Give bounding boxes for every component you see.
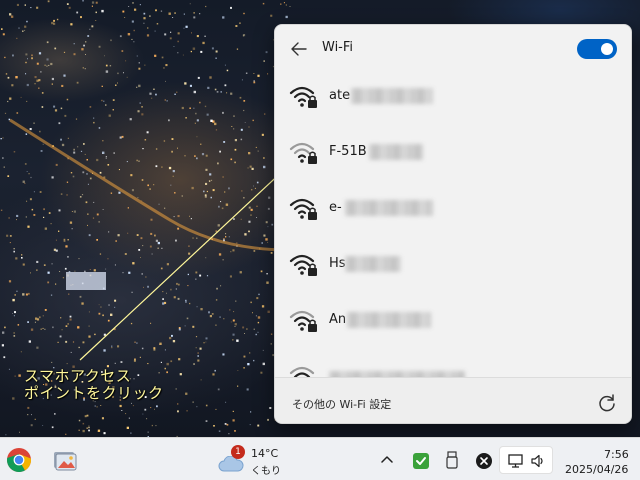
- usb-drive-icon: [446, 451, 458, 469]
- annotation-text: スマホアクセス ポイントをクリック: [24, 368, 164, 402]
- flyout-header: Wi-Fi: [275, 25, 631, 75]
- annotation-line-1: スマホアクセス: [24, 367, 132, 385]
- network-item[interactable]: An: [275, 293, 631, 349]
- flyout-footer: その他の Wi-Fi 設定: [275, 377, 631, 423]
- quick-settings-button[interactable]: [499, 446, 553, 474]
- show-hidden-icons-button[interactable]: [379, 452, 395, 468]
- wifi-toggle[interactable]: [577, 39, 617, 59]
- wifi-secured-icon: [289, 310, 317, 332]
- flyout-title: Wi-Fi: [322, 40, 354, 55]
- wifi-secured-icon: [289, 198, 317, 220]
- weather-temperature: 14°C: [251, 447, 279, 460]
- chrome-button[interactable]: [6, 447, 32, 473]
- back-button[interactable]: [287, 37, 311, 61]
- network-ssid: Hs: [329, 256, 346, 271]
- redacted-text: [351, 88, 433, 104]
- network-item[interactable]: Hs: [275, 237, 631, 293]
- gallery-button[interactable]: [52, 448, 78, 472]
- refresh-icon: [599, 394, 615, 412]
- redacted-text: [345, 256, 401, 272]
- photos-icon: [54, 452, 77, 471]
- redacted-text: [347, 312, 431, 328]
- redacted-text: [345, 200, 433, 216]
- network-ssid: e-: [329, 200, 342, 215]
- network-ssid: F-51B: [329, 144, 367, 159]
- usb-tray-button[interactable]: [444, 450, 460, 470]
- network-list: ate F-51B e- Hs An: [275, 69, 631, 377]
- chevron-up-icon: [381, 456, 393, 463]
- wifi-flyout: Wi-Fi ate F-51B e- Hs An その他の Wi-Fi 設定: [274, 24, 632, 424]
- close-circle-icon: [476, 453, 492, 469]
- notification-badge: 1: [231, 445, 245, 459]
- network-ssid: ate: [329, 88, 351, 103]
- chrome-icon: [7, 448, 31, 473]
- more-wifi-settings-link[interactable]: その他の Wi-Fi 設定: [292, 396, 391, 412]
- annotation-line-2: ポイントをクリック: [24, 384, 164, 402]
- network-item[interactable]: e-: [275, 181, 631, 237]
- network-item[interactable]: [275, 349, 631, 377]
- clock-date[interactable]: 2025/04/26: [565, 463, 628, 476]
- check-shield-icon: [413, 453, 429, 469]
- network-item-highlighted[interactable]: F-51B: [275, 125, 631, 181]
- app-tray-button[interactable]: [475, 452, 493, 470]
- wifi-secured-icon: [289, 86, 317, 108]
- weather-condition: くもり: [251, 466, 281, 477]
- wifi-secured-icon: [289, 366, 315, 377]
- wifi-secured-icon: [289, 142, 317, 164]
- redacted-text: [369, 144, 423, 160]
- network-icon: [508, 454, 523, 468]
- clock-time[interactable]: 7:56: [604, 448, 629, 461]
- taskbar: 1 14°C くもり 7:56 2025/04/26: [0, 437, 640, 480]
- arrow-left-icon: [291, 42, 307, 56]
- wifi-secured-icon: [289, 254, 317, 276]
- network-item[interactable]: ate: [275, 69, 631, 125]
- refresh-button[interactable]: [596, 392, 618, 414]
- network-ssid: An: [329, 312, 347, 327]
- volume-icon: [531, 454, 543, 468]
- toggle-knob: [601, 43, 613, 55]
- security-tray-button[interactable]: [412, 452, 430, 470]
